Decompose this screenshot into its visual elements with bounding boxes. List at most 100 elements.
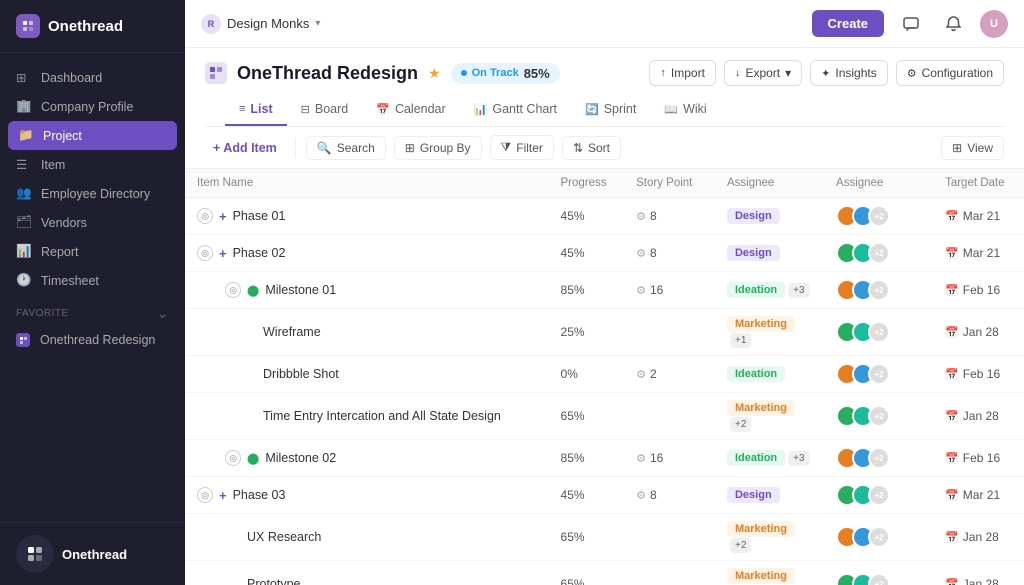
progress-value: 85% [561,283,585,297]
calendar-tab-icon: 📅 [376,103,390,116]
expand-icon[interactable]: ◎ [225,282,241,298]
gear-icon: ⚙ [636,489,646,502]
col-header-assignee1: Assignee [715,169,824,198]
status-dot [461,70,467,76]
item-name[interactable]: Time Entry Intercation and All State Des… [263,409,501,423]
create-button[interactable]: Create [812,10,884,37]
expand-icon[interactable]: ◎ [197,245,213,261]
tab-list[interactable]: ≡ List [225,94,287,126]
label-badge: Marketing [727,521,795,537]
sidebar-item-project[interactable]: 📁 Project [8,121,177,150]
search-button[interactable]: 🔍 Search [306,136,386,160]
item-name[interactable]: UX Research [247,530,321,544]
gear-icon: ⚙ [636,247,646,260]
status-text: On Track [472,67,519,79]
expand-icon[interactable]: ◎ [197,487,213,503]
story-cell [624,309,715,356]
bell-icon-button[interactable] [938,9,968,39]
favorite-collapse-icon[interactable]: ⌄ [157,305,169,322]
item-name[interactable]: Milestone 02 [265,451,336,465]
progress-cell: 0% [549,356,625,393]
col-header-assignee2: Assignee [824,169,933,198]
label-cell: Design [715,477,824,514]
item-name[interactable]: Phase 03 [233,488,286,502]
sidebar-item-timesheet[interactable]: 🕐 Timesheet [0,266,185,295]
item-name[interactable]: Phase 01 [233,209,286,223]
avatar-more: +2 [868,405,890,427]
avatar-more: +2 [868,363,890,385]
label-badge: Marketing [727,568,795,584]
expand-icon[interactable]: ◎ [225,450,241,466]
calendar-icon: 📅 [945,326,959,339]
sidebar-item-vendors[interactable]: 🗂 Vendors [0,208,185,237]
story-cell [624,393,715,440]
milestone-icon: ⬤ [247,284,259,297]
insights-button[interactable]: ✦ Insights [810,60,888,86]
progress-value: 65% [561,577,585,585]
item-name-cell: Time Entry Intercation and All State Des… [185,393,549,440]
sprint-tab-icon: 🔄 [585,103,599,116]
group-by-button[interactable]: ⊞ Group By [394,136,482,160]
tab-wiki[interactable]: 📖 Wiki [650,94,720,126]
item-name[interactable]: Milestone 01 [265,283,336,297]
configuration-button[interactable]: ⚙ Configuration [896,60,1004,86]
progress-value: 45% [561,246,585,260]
dashboard-icon: ⊞ [16,70,31,85]
label-badge: Design [727,245,780,261]
user-avatar[interactable]: U [980,10,1008,38]
progress-value: 65% [561,409,585,423]
sidebar-item-item[interactable]: ☰ Item [0,150,185,179]
label-badge: Design [727,487,780,503]
story-value: 8 [650,488,657,502]
tab-sprint[interactable]: 🔄 Sprint [571,94,650,126]
insights-icon: ✦ [821,67,830,80]
chat-icon-button[interactable] [896,9,926,39]
item-name[interactable]: Wireframe [263,325,321,339]
calendar-icon: 📅 [945,284,959,297]
sidebar-logo-icon [16,14,40,38]
sidebar-item-dashboard[interactable]: ⊞ Dashboard [0,63,185,92]
item-name[interactable]: Phase 02 [233,246,286,260]
expand-icon[interactable]: ◎ [197,208,213,224]
filter-button[interactable]: ⧩ Filter [490,135,554,160]
gear-icon: ⚙ [636,284,646,297]
item-name-cell: ◎+Phase 02 [185,235,549,272]
date-value: Mar 21 [963,488,1000,502]
table-row: ◎⬤Milestone 0185%⚙16Ideation+3+2📅Feb 16 [185,272,1024,309]
sidebar-item-company[interactable]: 🏢 Company Profile [0,92,185,121]
export-button[interactable]: ↓ Export ▾ [724,60,802,86]
workspace-selector[interactable]: R Design Monks ▾ [201,14,320,34]
import-button[interactable]: ↑ Import [649,60,716,86]
label-cell: Marketing+2 [715,514,824,561]
tab-gantt[interactable]: 📊 Gantt Chart [460,94,571,126]
tab-calendar[interactable]: 📅 Calendar [362,94,459,126]
story-cell: ⚙8 [624,477,715,514]
assignee-avatars: +2 [824,477,933,514]
sort-button[interactable]: ⇅ Sort [562,136,621,160]
avatar-more: +2 [868,242,890,264]
item-name[interactable]: Prototype [247,577,301,585]
item-name[interactable]: Dribbble Shot [263,367,339,381]
add-item-button[interactable]: + Add Item [205,137,285,159]
sidebar-item-report[interactable]: 📊 Report [0,237,185,266]
avatar-more: +2 [868,573,890,585]
sidebar-bottom: Onethread [0,522,185,585]
progress-cell: 25% [549,309,625,356]
progress-value: 45% [561,488,585,502]
wiki-tab-icon: 📖 [664,103,678,116]
avatar-more: +2 [868,447,890,469]
tab-board[interactable]: ⊟ Board [287,94,363,126]
story-value: 16 [650,283,663,297]
view-button[interactable]: ⊞ View [941,136,1004,160]
calendar-icon: 📅 [945,410,959,423]
sidebar-item-employee[interactable]: 👥 Employee Directory [0,179,185,208]
star-icon[interactable]: ★ [428,65,441,82]
sidebar-logo[interactable]: Onethread [0,0,185,53]
table-row: ◎+Phase 0345%⚙8Design+2📅Mar 21 [185,477,1024,514]
data-table: Item Name Progress Story Point Assignee … [185,169,1024,585]
favorite-dot-icon [16,333,30,347]
assignee-avatars: +2 [824,309,933,356]
sidebar-item-favorite-ot[interactable]: Onethread Redesign [0,326,185,354]
progress-value: 45% [561,209,585,223]
calendar-icon: 📅 [945,531,959,544]
